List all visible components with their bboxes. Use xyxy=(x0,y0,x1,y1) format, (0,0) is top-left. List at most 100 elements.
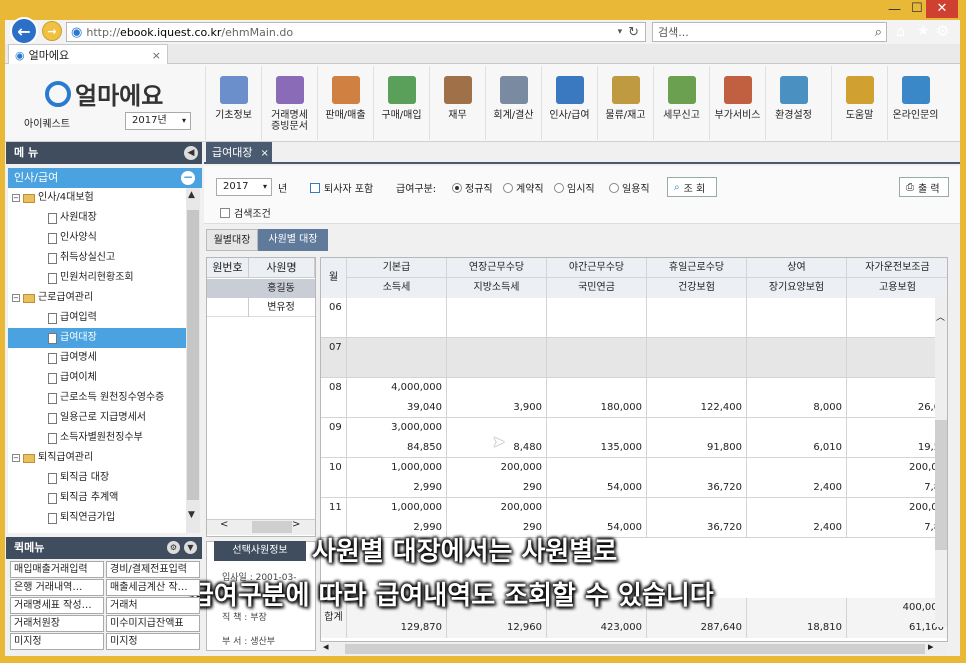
grid-cell[interactable]: 36,720 xyxy=(647,478,747,498)
search-button[interactable]: ⌕ 조 회 xyxy=(667,177,717,197)
year-select[interactable]: 2017년 ▾ xyxy=(125,112,191,130)
grid-cell[interactable] xyxy=(747,418,847,438)
pay-type-radio-1[interactable]: 계약직 xyxy=(503,180,544,195)
menu-item[interactable]: − 근로급여관리 xyxy=(8,288,186,308)
grid-cell[interactable] xyxy=(647,318,747,338)
menu-item[interactable]: 근로소득 원천징수영수증 xyxy=(8,388,186,408)
quick-menu-button[interactable]: 거래명세표 작성… xyxy=(10,597,104,614)
grid-cell[interactable] xyxy=(447,378,547,398)
grid-cell[interactable]: 91,800 xyxy=(647,438,747,458)
toolbar-button-7[interactable]: 물류/재고 xyxy=(597,66,653,140)
menu-item[interactable]: 급여명세 xyxy=(8,348,186,368)
grid-cell[interactable]: 200,00 xyxy=(847,458,947,478)
quick-menu-button[interactable]: 거래처 xyxy=(106,597,200,614)
star-icon[interactable]: ★ xyxy=(917,23,930,39)
grid-cell[interactable] xyxy=(447,298,547,318)
quick-menu-button[interactable]: 거래처원장 xyxy=(10,615,104,632)
grid-cell[interactable] xyxy=(347,358,447,378)
toolbar-button-3[interactable]: 구매/매입 xyxy=(373,66,429,140)
grid-cell[interactable] xyxy=(647,338,747,358)
grid-cell[interactable]: 6,010 xyxy=(747,438,847,458)
grid-cell[interactable] xyxy=(647,358,747,378)
collapse-icon[interactable]: − xyxy=(12,294,20,302)
menu-item[interactable]: 퇴직금 대장 xyxy=(8,468,186,488)
grid-cell[interactable] xyxy=(747,458,847,478)
grid-cell[interactable]: 3,900 xyxy=(447,398,547,418)
toolbar-button-2[interactable]: 판매/매출 xyxy=(317,66,373,140)
grid-cell[interactable] xyxy=(547,378,647,398)
grid-cell[interactable]: 1,000,000 xyxy=(347,498,447,518)
grid-cell[interactable] xyxy=(347,318,447,338)
grid-cell[interactable] xyxy=(647,458,747,478)
grid-cell[interactable] xyxy=(847,318,947,338)
grid-cell[interactable] xyxy=(647,298,747,318)
quick-menu-button[interactable]: 매입매출거래입력 xyxy=(10,561,104,578)
search-condition-toggle[interactable]: 검색조건 xyxy=(220,205,271,220)
scroll-up-icon[interactable]: ︿ xyxy=(936,310,945,323)
grid-cell[interactable]: 39,040 xyxy=(347,398,447,418)
pay-type-radio-3[interactable]: 일용직 xyxy=(609,180,650,195)
grid-cell[interactable] xyxy=(747,318,847,338)
grid-cell[interactable] xyxy=(347,338,447,358)
url-bar[interactable]: ◉ http://ebook.iquest.co.kr/ehmMain.do ▾… xyxy=(66,22,646,42)
scroll-left-icon[interactable]: < xyxy=(220,519,228,530)
grid-vscrollbar-thumb[interactable] xyxy=(935,420,947,550)
grid-cell[interactable]: 122,400 xyxy=(647,398,747,418)
grid-cell[interactable] xyxy=(747,338,847,358)
employee-row-selected[interactable]: 홍길동 xyxy=(207,279,315,298)
scroll-up-icon[interactable]: ▲ xyxy=(188,190,195,200)
menu-item[interactable]: 인사양식 xyxy=(8,228,186,248)
dropdown-icon[interactable]: ▾ xyxy=(618,27,623,37)
toolbar-button-12[interactable]: 온라인문의 xyxy=(887,66,943,140)
toolbar-button-9[interactable]: 부가서비스 xyxy=(709,66,765,140)
grid-cell[interactable] xyxy=(447,338,547,358)
browser-tab[interactable]: ◉ 얼마에요 × xyxy=(8,44,168,65)
collapse-menu-icon[interactable]: ◀ xyxy=(184,146,198,160)
search-icon[interactable]: ⌕ xyxy=(875,25,882,40)
toolbar-button-6[interactable]: 인사/급여 xyxy=(541,66,597,140)
tab-payroll-ledger[interactable]: 급여대장 × xyxy=(206,142,272,164)
grid-cell[interactable] xyxy=(647,378,747,398)
quick-menu-button[interactable]: 은행 거래내역… xyxy=(10,579,104,596)
grid-cell[interactable]: 2,400 xyxy=(747,518,847,538)
refresh-icon[interactable]: ↻ xyxy=(628,25,639,40)
menu-item[interactable]: 사원대장 xyxy=(8,208,186,228)
menu-item[interactable]: 급여이체 xyxy=(8,368,186,388)
tab-close-icon[interactable]: × xyxy=(260,148,268,159)
grid-cell[interactable] xyxy=(547,338,647,358)
section-collapse-icon[interactable]: − xyxy=(181,171,195,185)
radio-circle[interactable] xyxy=(503,182,513,193)
grid-cell[interactable]: 1,000,000 xyxy=(347,458,447,478)
employee-row[interactable]: 변유정 xyxy=(207,298,315,317)
minimize-icon[interactable]: — xyxy=(888,2,901,17)
grid-cell[interactable] xyxy=(847,358,947,378)
grid-cell[interactable]: 26,0( xyxy=(847,398,947,418)
collapse-icon[interactable]: − xyxy=(12,454,20,462)
toolbar-button-4[interactable]: 재무 xyxy=(429,66,485,140)
toolbar-button-1[interactable]: 거래명세 증빙문서 xyxy=(261,66,317,140)
grid-cell[interactable] xyxy=(747,498,847,518)
grid-cell[interactable] xyxy=(847,418,947,438)
scroll-down-icon[interactable]: ▼ xyxy=(188,510,195,520)
grid-cell[interactable]: 200,000 xyxy=(447,458,547,478)
grid-cell[interactable]: 84,850 xyxy=(347,438,447,458)
print-button[interactable]: ⎙ 출 력 xyxy=(899,177,949,197)
menu-item[interactable]: − 퇴직급여관리 xyxy=(8,448,186,468)
menu-item[interactable]: − 인사/4대보험 xyxy=(8,188,186,208)
grid-cell[interactable] xyxy=(647,418,747,438)
grid-cell[interactable] xyxy=(847,338,947,358)
menu-item[interactable]: 민원처리현황조회 xyxy=(8,268,186,288)
tree-scrollbar-thumb[interactable] xyxy=(187,210,199,500)
menu-item[interactable]: 소득자별원천징수부 xyxy=(8,428,186,448)
collapse-icon[interactable]: − xyxy=(12,194,20,202)
menu-item[interactable]: 퇴직금 추계액 xyxy=(8,488,186,508)
grid-cell[interactable]: 54,000 xyxy=(547,478,647,498)
grid-cell[interactable] xyxy=(547,458,647,478)
scroll-left-icon[interactable]: ◂ xyxy=(323,640,329,653)
grid-cell[interactable] xyxy=(547,358,647,378)
chevron-down-icon[interactable]: ▼ xyxy=(184,541,197,554)
radio-circle[interactable] xyxy=(554,182,564,193)
employee-hscrollbar-thumb[interactable] xyxy=(252,521,292,533)
filter-year-select[interactable]: 2017 ▾ xyxy=(216,178,272,196)
grid-cell[interactable]: 3,000,000 xyxy=(347,418,447,438)
